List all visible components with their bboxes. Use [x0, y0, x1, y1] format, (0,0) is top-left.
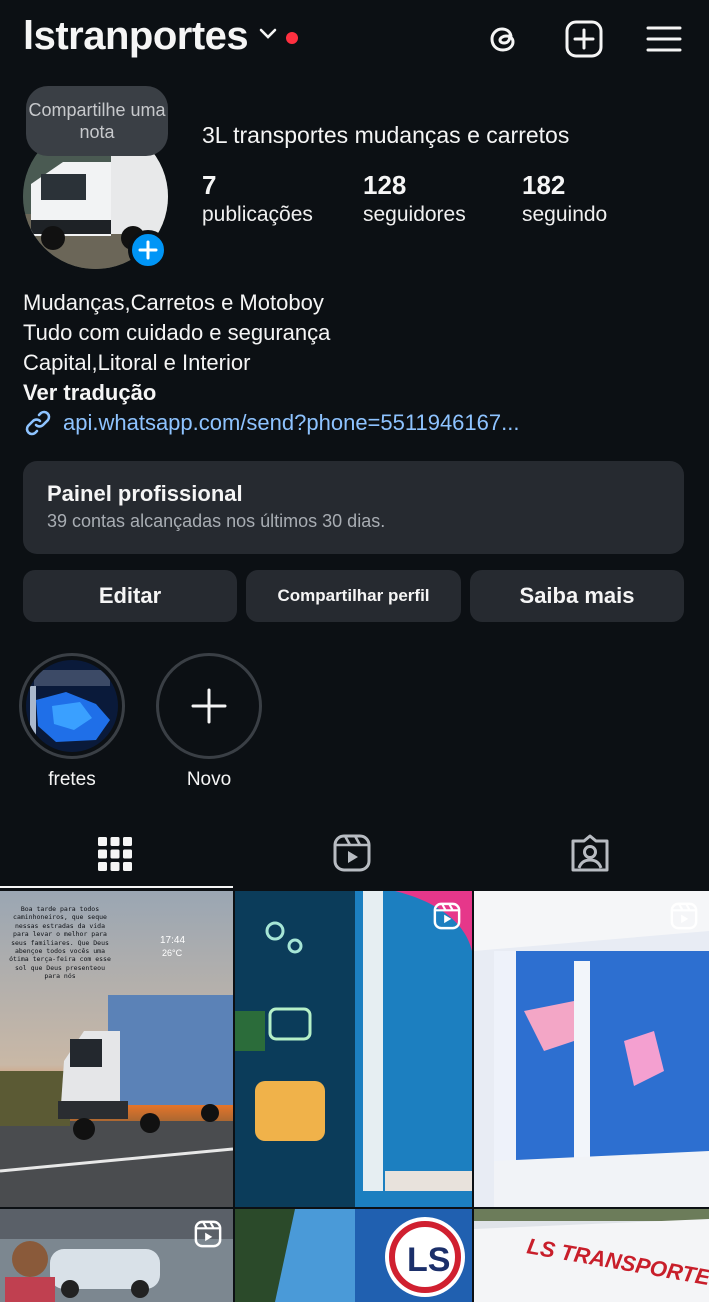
bio-link[interactable]: api.whatsapp.com/send?phone=5511946167..… [23, 408, 519, 438]
post-caption: Boa tarde para todos caminhoneiros, que … [9, 905, 111, 981]
reels-icon [670, 902, 698, 930]
post-temperature: 26°C [162, 948, 183, 958]
post-tile[interactable]: Boa tarde para todos caminhoneiros, que … [0, 891, 233, 1207]
bio-line: Mudanças,Carretos e Motoboy [23, 290, 324, 315]
stat-value: 182 [522, 170, 566, 200]
stat-followers[interactable]: 128 seguidores [363, 170, 466, 227]
reels-icon [194, 1220, 222, 1248]
highlight-label: fretes [48, 769, 96, 790]
stat-following[interactable]: 182 seguindo [522, 170, 607, 227]
post-tile[interactable] [235, 891, 472, 1207]
highlight-ring [156, 653, 262, 759]
stat-posts[interactable]: 7 publicações [202, 170, 313, 227]
threads-icon[interactable] [484, 19, 524, 59]
highlight-fretes[interactable]: fretes [19, 653, 125, 791]
stat-value: 7 [202, 170, 217, 200]
highlight-new[interactable]: Novo [156, 653, 262, 791]
create-icon[interactable] [564, 19, 604, 59]
top-bar: lstranportes [0, 0, 709, 80]
post-tile[interactable] [0, 1209, 233, 1302]
bio: Mudanças,Carretos e Motoboy Tudo com cui… [23, 288, 330, 408]
post-time: 17:44 [160, 935, 186, 946]
highlight-label: Novo [186, 769, 232, 790]
post-tile[interactable]: LS [235, 1209, 472, 1302]
highlight-cover [26, 660, 118, 752]
plus-icon [191, 688, 227, 724]
tab-tagged[interactable] [570, 832, 610, 874]
stat-label: seguidores [363, 203, 466, 226]
tab-reels[interactable] [332, 832, 372, 874]
edit-profile-button[interactable]: Editar [23, 570, 237, 622]
profile-full-name: 3L transportes mudanças e carretos [202, 122, 570, 148]
reels-icon [433, 902, 461, 930]
reels-icon [333, 834, 371, 872]
post-tile[interactable]: LS TRANSPORTES [474, 1209, 709, 1302]
link-icon [25, 410, 51, 436]
panel-subtitle: 39 contas alcançadas nos últimos 30 dias… [47, 511, 386, 531]
stat-value: 128 [363, 170, 407, 200]
grid-icon [98, 837, 132, 871]
stat-label: seguindo [522, 203, 608, 226]
bio-link-text: api.whatsapp.com/send?phone=5511946167..… [63, 410, 520, 435]
bio-line: Capital,Litoral e Interior [23, 350, 251, 375]
menu-icon[interactable] [644, 19, 684, 59]
panel-title: Painel profissional [47, 481, 243, 506]
see-translation-link[interactable]: Ver tradução [23, 378, 330, 408]
professional-dashboard[interactable]: Painel profissional 39 contas alcançadas… [23, 461, 684, 554]
account-switcher[interactable]: lstranportes [23, 14, 249, 59]
chevron-down-icon[interactable] [259, 28, 277, 40]
tab-posts[interactable] [95, 832, 135, 874]
share-profile-button[interactable]: Compartilhar perfil [246, 570, 461, 622]
note-bubble[interactable]: Compartilhe uma nota [26, 86, 168, 156]
add-story-button[interactable] [128, 230, 168, 270]
bio-line: Tudo com cuidado e segurança [23, 320, 331, 345]
active-tab-indicator [0, 886, 233, 888]
stat-label: publicações [202, 203, 313, 226]
plus-icon [138, 240, 158, 260]
tagged-icon [571, 834, 609, 872]
notification-dot [286, 32, 298, 44]
post-tile[interactable] [474, 891, 709, 1207]
highlight-ring [19, 653, 125, 759]
learn-more-button[interactable]: Saiba mais [470, 570, 684, 622]
svg-text:LS: LS [407, 1241, 450, 1279]
